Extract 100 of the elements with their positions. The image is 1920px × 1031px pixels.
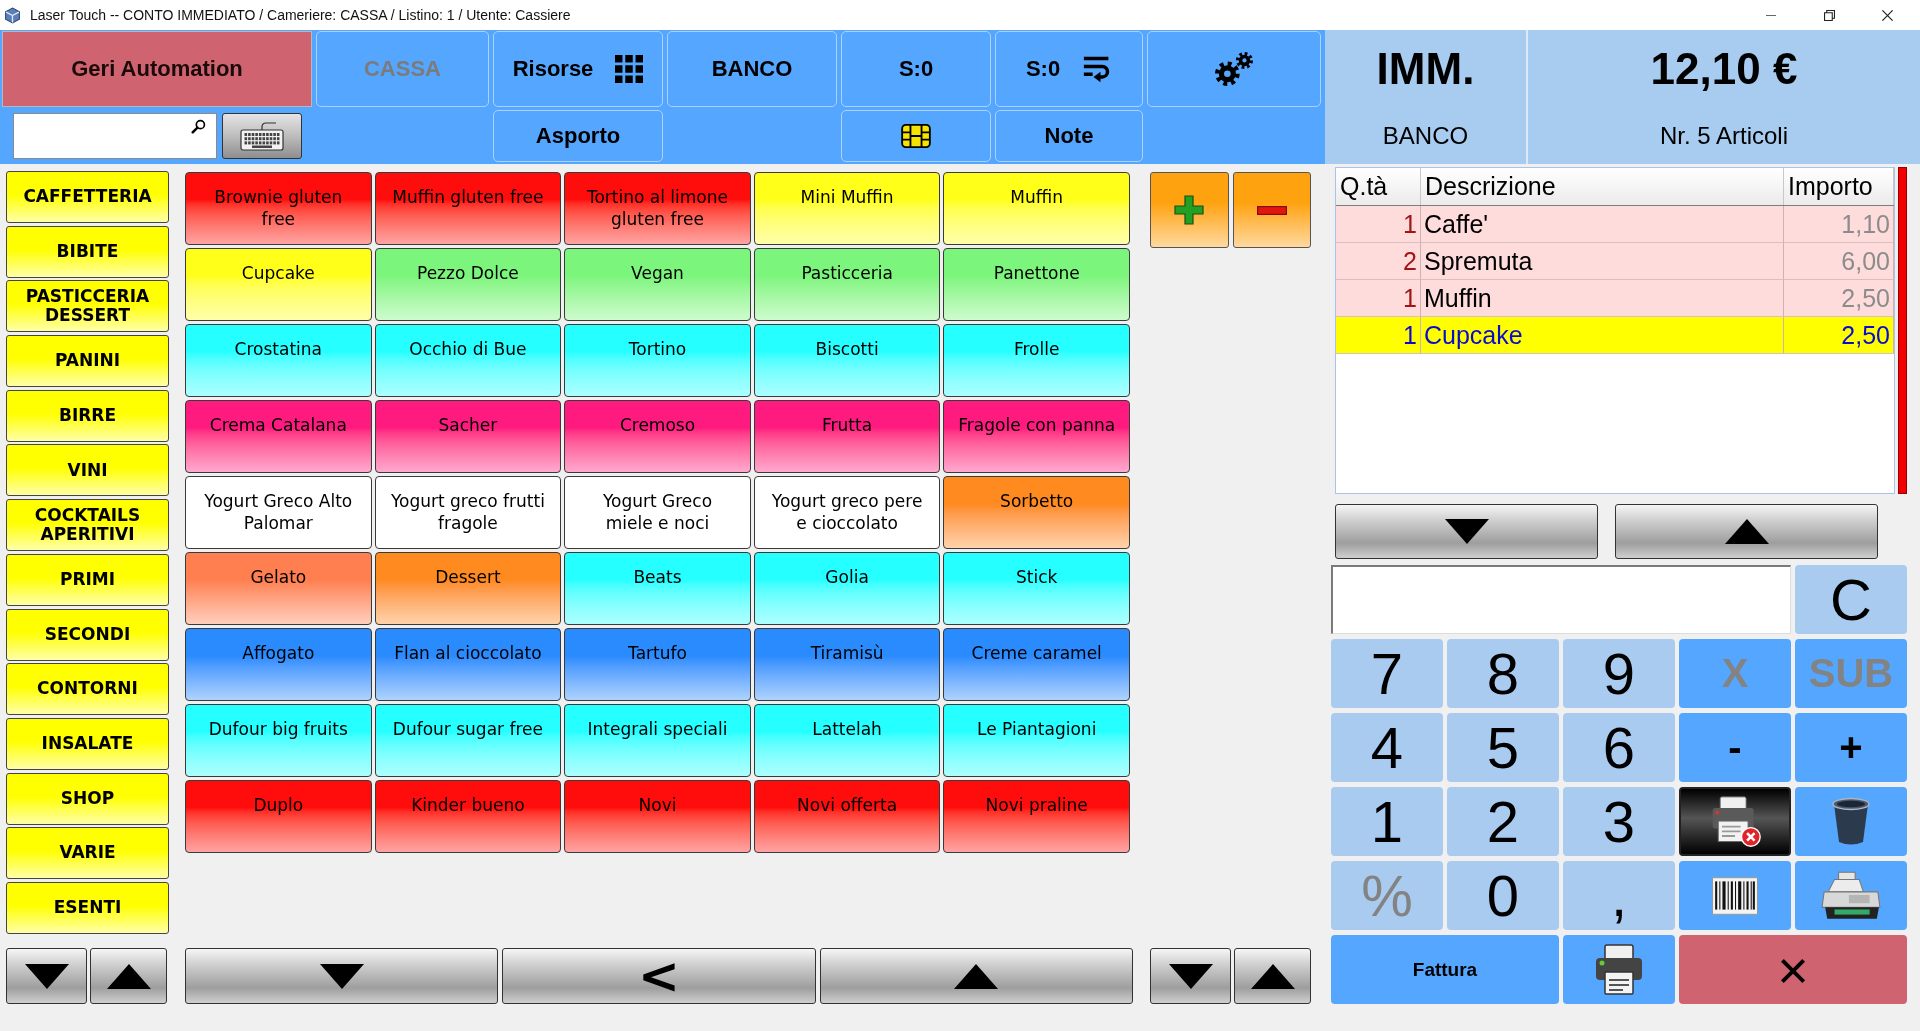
product-button[interactable]: Yogurt Greco Alto Palomar (185, 476, 372, 549)
product-button[interactable]: Creme caramel (943, 628, 1130, 701)
keyboard-button[interactable] (222, 113, 302, 159)
category-button[interactable]: PANINI (6, 335, 169, 388)
category-button[interactable]: BIBITE (6, 225, 169, 278)
category-button[interactable]: PRIMI (6, 553, 169, 606)
product-button[interactable]: Crema Catalana (185, 400, 372, 473)
toolbar-button[interactable]: Note (995, 110, 1143, 162)
keypad-key[interactable]: 1 (1331, 787, 1443, 856)
toolbar-button[interactable]: S:0 (995, 31, 1143, 107)
category-button[interactable]: PASTICCERIA DESSERT (6, 280, 169, 333)
product-button[interactable]: Panettone (943, 248, 1130, 321)
product-button[interactable]: Kinder bueno (374, 780, 562, 853)
product-button[interactable]: Novi offerta (753, 780, 941, 853)
toolbar-button[interactable]: Asporto (493, 110, 663, 162)
restore-icon[interactable] (1823, 9, 1835, 21)
scroll-down-button[interactable] (1335, 504, 1598, 559)
keypad-key[interactable]: , (1563, 861, 1675, 930)
toolbar-button[interactable]: BANCO (667, 31, 837, 107)
scroll-up-button[interactable] (1234, 948, 1311, 1004)
product-button[interactable]: Dufour big fruits (185, 704, 372, 777)
product-button[interactable]: Yogurt greco pere e cioccolato (753, 476, 941, 549)
product-button[interactable]: Dessert (374, 552, 562, 625)
scroll-down-button[interactable] (1150, 948, 1231, 1004)
delete-button[interactable] (1795, 787, 1907, 856)
scroll-up-button[interactable] (90, 948, 167, 1004)
order-row[interactable]: 1 Caffe' 1,10 (1336, 206, 1894, 243)
toolbar-button[interactable]: Risorse (493, 31, 663, 107)
product-button[interactable]: Cremoso (564, 400, 751, 473)
product-button[interactable]: Brownie gluten free (185, 172, 372, 245)
toolbar-button[interactable]: S:0 (841, 31, 991, 107)
settings-button[interactable] (1147, 31, 1321, 107)
product-button[interactable]: Pasticceria (753, 248, 941, 321)
scroll-bar[interactable] (1898, 167, 1907, 495)
product-button[interactable]: Muffin (943, 172, 1130, 245)
product-button[interactable]: Tiramisù (753, 628, 941, 701)
keypad-key[interactable]: 2 (1447, 787, 1559, 856)
keypad-key[interactable]: 7 (1331, 639, 1443, 708)
category-button[interactable]: SECONDI (6, 608, 169, 661)
category-button[interactable]: VINI (6, 444, 169, 497)
barcode-button[interactable] (1679, 861, 1791, 930)
category-button[interactable]: COCKTAILS APERITIVI (6, 499, 169, 552)
invoice-button[interactable]: Fattura (1331, 935, 1559, 1004)
scroll-up-button[interactable] (819, 948, 1133, 1004)
product-button[interactable]: Tartufo (564, 628, 751, 701)
clear-button[interactable]: C (1795, 565, 1907, 634)
product-button[interactable]: Novi (564, 780, 751, 853)
keypad-key[interactable]: 6 (1563, 713, 1675, 782)
keypad-input-field[interactable] (1331, 565, 1791, 634)
product-button[interactable]: Stick (943, 552, 1130, 625)
product-button[interactable]: Frolle (943, 324, 1130, 397)
order-row[interactable]: 2 Spremuta 6,00 (1336, 243, 1894, 280)
product-button[interactable]: Pezzo Dolce (374, 248, 562, 321)
product-button[interactable]: Duplo (185, 780, 372, 853)
product-button[interactable]: Le Piantagioni (943, 704, 1130, 777)
decrease-button[interactable] (1232, 172, 1311, 248)
category-button[interactable]: CAFFETTERIA (6, 171, 169, 223)
product-button[interactable]: Yogurt Greco miele e noci (564, 476, 751, 549)
category-button[interactable]: INSALATE (6, 717, 169, 770)
keypad-key[interactable]: 4 (1331, 713, 1443, 782)
product-button[interactable]: Beats (564, 552, 751, 625)
scroll-up-button[interactable] (1615, 504, 1878, 559)
keypad-key[interactable]: 0 (1447, 861, 1559, 930)
product-button[interactable]: Sacher (374, 400, 562, 473)
category-button[interactable]: CONTORNI (6, 663, 169, 716)
product-button[interactable]: Vegan (564, 248, 751, 321)
category-button[interactable]: ESENTI (6, 881, 169, 934)
product-button[interactable]: Cupcake (185, 248, 372, 321)
product-button[interactable]: Golia (753, 552, 941, 625)
product-button[interactable]: Tortino (564, 324, 751, 397)
product-button[interactable]: Dufour sugar free (374, 704, 562, 777)
product-button[interactable]: Gelato (185, 552, 372, 625)
order-row[interactable]: 1 Muffin 2,50 (1336, 280, 1894, 317)
product-button[interactable]: Integrali speciali (564, 704, 751, 777)
keypad-key[interactable]: 3 (1563, 787, 1675, 856)
product-button[interactable]: Novi praline (943, 780, 1130, 853)
increase-button[interactable] (1150, 172, 1229, 248)
cancel-button[interactable]: × (1679, 935, 1907, 1004)
scroll-down-button[interactable] (185, 948, 499, 1004)
product-button[interactable]: Fragole con panna (943, 400, 1130, 473)
product-button[interactable]: Tortino al limone gluten free (564, 172, 751, 245)
cancel-print-button[interactable] (1679, 787, 1791, 856)
cash-register-button[interactable] (1795, 861, 1907, 930)
product-button[interactable]: Affogato (185, 628, 372, 701)
product-button[interactable]: Biscotti (753, 324, 941, 397)
category-button[interactable]: VARIE (6, 827, 169, 880)
back-button[interactable]: < (502, 948, 816, 1004)
product-button[interactable]: Lattelah (753, 704, 941, 777)
product-button[interactable]: Occhio di Bue (374, 324, 562, 397)
category-button[interactable]: BIRRE (6, 389, 169, 442)
product-button[interactable]: Muffin gluten free (374, 172, 562, 245)
product-button[interactable]: Frutta (753, 400, 941, 473)
close-icon[interactable] (1881, 9, 1893, 21)
minimize-icon[interactable] (1766, 14, 1776, 16)
product-button[interactable]: Mini Muffin (753, 172, 941, 245)
keypad-key[interactable]: + (1795, 713, 1907, 782)
product-button[interactable]: Crostatina (185, 324, 372, 397)
print-button[interactable] (1563, 935, 1675, 1004)
category-button[interactable]: SHOP (6, 772, 169, 825)
keypad-key[interactable]: 8 (1447, 639, 1559, 708)
